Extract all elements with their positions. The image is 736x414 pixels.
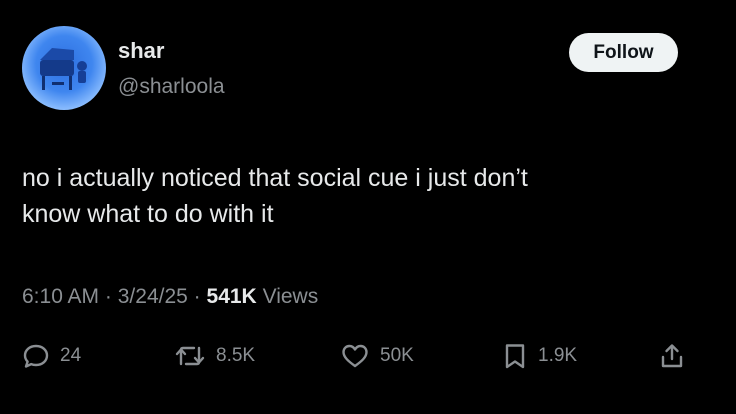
repost-button[interactable]: 8.5K [174,336,255,376]
heart-icon [342,344,368,368]
views-count: 541K [206,285,257,308]
tweet-metadata: 6:10 AM · 3/24/25 · 541K Views [22,283,318,311]
tweet-date[interactable]: 3/24/25 [118,285,188,308]
meta-separator: · [193,285,201,308]
bookmark-count: 1.9K [538,345,578,366]
tweet-time[interactable]: 6:10 AM [22,285,99,308]
meta-separator: · [104,285,112,308]
action-bar: 24 8.5K 50K 1.9K [0,336,736,376]
piano-avatar-icon [40,48,87,90]
like-count: 50K [380,345,414,366]
reply-count: 24 [60,345,82,366]
repost-count: 8.5K [216,345,256,366]
follow-button[interactable]: Follow [569,33,678,72]
bookmark-icon [505,344,525,369]
bookmark-button[interactable]: 1.9K [502,336,577,376]
share-button[interactable] [658,336,686,376]
views-label: Views [262,285,319,308]
tweet-card: shar @sharloola Follow no i actually not… [0,0,736,414]
share-icon [661,344,683,368]
like-button[interactable]: 50K [340,336,414,376]
reply-icon [23,344,49,368]
user-handle[interactable]: @sharloola [118,74,225,100]
display-name[interactable]: shar [118,38,164,64]
reply-button[interactable]: 24 [22,336,81,376]
tweet-text: no i actually noticed that social cue i … [22,164,528,228]
avatar[interactable] [22,26,106,110]
repost-icon [175,346,205,366]
